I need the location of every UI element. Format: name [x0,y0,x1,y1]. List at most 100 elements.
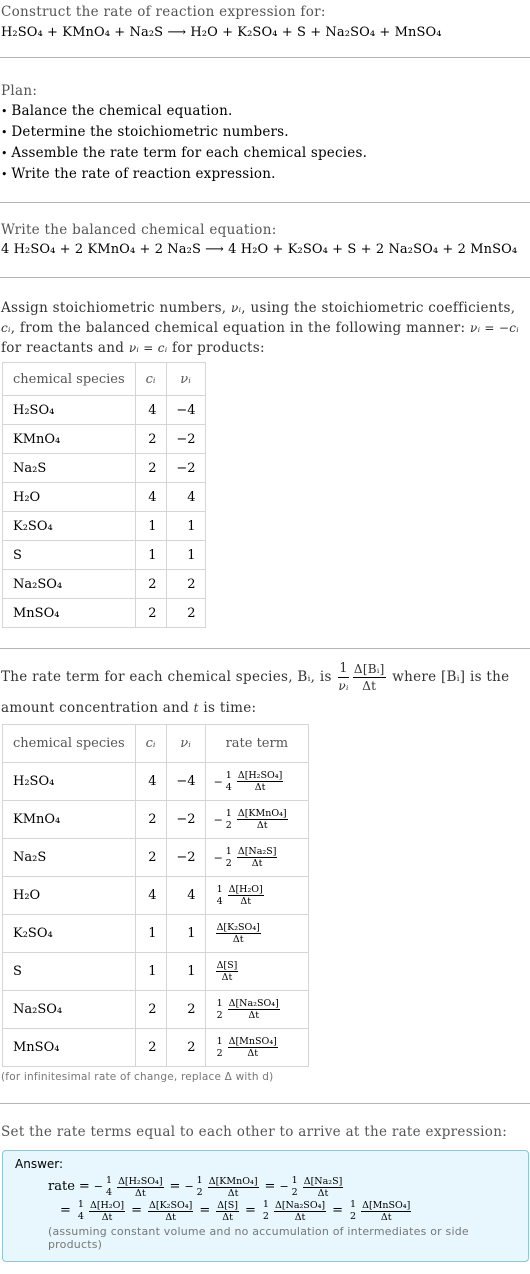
table-row: S 1 1 Δ[S] Δt [2,952,310,991]
plan-item: Balance the chemical equation. [1,101,530,122]
rate-term-section: The rate term for each chemical species,… [0,649,530,1083]
nu-cell: −4 [165,762,206,801]
rate-term-table: chemical species cᵢ νᵢ rate term H₂SO₄ 4−… [2,724,310,1067]
rate-sign: − [93,1180,104,1193]
delta-fraction: Δ[K₂SO₄] Δt [215,922,261,945]
rate-sign: − [279,1180,289,1193]
table-row: KMnO₄ 2 −2 [2,424,206,454]
coef-den: 2 [216,1047,223,1059]
math-c: cᵢ [1,321,11,335]
header-nu: νᵢ [165,362,206,396]
delta-fraction: Δ[S] Δt [216,1200,239,1223]
coef-num: 1 [262,1199,269,1210]
delta-numerator: Δ[KMnO₄] [207,1175,259,1188]
coef-num: 1 [225,845,232,857]
species-cell: MnSO₄ [2,598,136,628]
c-cell: 1 [134,511,167,541]
nu-cell: 4 [165,482,206,512]
plan-item: Write the rate of reaction expression. [1,164,530,185]
coefficient-fraction: 12 [263,1199,269,1223]
coef-den: 2 [291,1187,298,1198]
nu-cell: 1 [165,952,206,991]
delta-fraction: Δ[KMnO₄] Δt [207,1175,259,1199]
math-rule-reactants: νᵢ = −cᵢ [469,321,519,335]
nu-cell: −4 [165,395,206,425]
table-row: Na₂SO₄ 2 2 [2,569,206,599]
c-cell: 2 [134,990,167,1029]
delta-numerator: Δ[K₂SO₄] [148,1199,194,1212]
coef-den: 2 [350,1211,357,1222]
fraction-delta-b: Δ[Bᵢ] Δt [352,661,386,694]
species-cell: MnSO₄ [2,1028,136,1067]
rate-term-cell: 1 4 Δ[H₂O] Δt [204,876,310,915]
coefficient-fraction: 14 [106,1175,112,1199]
assign-text: Assign stoichiometric numbers, νᵢ, using… [1,298,530,358]
table-row: K₂SO₄ 1 1 [2,511,206,541]
rate-expression-line: = 1 4 Δ[H₂O] Δt = Δ[K₂SO₄] Δt = Δ[S] Δt = 1 2 Δ[Na₂SO₄… [56,1199,516,1223]
assumption-note: (assuming constant volume and no accumul… [48,1225,469,1251]
coef-den: 4 [106,1187,113,1198]
c-cell: 2 [134,569,167,599]
c-cell: 2 [134,800,167,839]
delta-numerator: Δ[S] [215,960,239,972]
final-prompt: Set the rate terms equal to each other t… [1,1124,508,1140]
coef-num: 1 [225,807,232,819]
rate-term-cell: −1 4 Δ[H₂SO₄] Δt [204,762,310,801]
delta-fraction: Δ[Na₂S] Δt [236,846,278,869]
rate-sign: − [213,813,223,826]
rate-label: rate [48,1179,75,1194]
rate-term-cell: 1 2 Δ[Na₂SO₄] Δt [204,990,310,1029]
frac-den: Δt [362,679,377,693]
frac-den: νᵢ [338,677,349,693]
plan-item: Assemble the rate term for each chemical… [1,143,530,164]
delta-numerator: Δ[Na₂S] [236,846,278,858]
rate-term-cell: Δ[K₂SO₄] Δt [204,914,310,953]
equals-sign: = [245,1203,256,1218]
stoichiometry-table: chemical species cᵢ νᵢ H₂SO₄ 4 −4 KMnO₄ 2 −2 N… [2,362,206,628]
delta-fraction: Δ[Na₂SO₄] Δt [273,1200,327,1223]
rate-term-cell: −1 2 Δ[KMnO₄] Δt [204,800,310,839]
infinitesimal-note: (for infinitesimal rate of change, repla… [1,1071,274,1083]
species-cell: H₂O [2,482,136,512]
answer-box: Answer: rate = −1 4 Δ[H₂SO₄] Δt = −1 2 Δ[KMnO₄] Δt… [2,1150,529,1262]
coef-num: 1 [350,1199,357,1210]
rate-sign: − [184,1180,194,1193]
reaction-equation: H₂SO₄ + KMnO₄ + Na₂S ⟶ H₂O + K₂SO₄ + S +… [1,25,442,40]
plan-title: Plan: [1,83,38,99]
rate-term-cell: 1 2 Δ[MnSO₄] Δt [204,1028,310,1067]
species-cell: H₂SO₄ [2,762,136,801]
table-row: H₂SO₄ 4 −4 [2,395,206,425]
table-row: H₂SO₄ 4 −4−1 4 Δ[H₂SO₄] Δt [2,762,310,801]
delta-denominator: Δt [248,1010,260,1021]
equals-sign: = [60,1203,71,1218]
coef-num: 1 [225,769,232,781]
table-row: Na₂S 2 −2−1 2 Δ[Na₂S] Δt [2,838,310,877]
table-row: Na₂S 2 −2 [2,453,206,483]
intro-prompt: Construct the rate of reaction expressio… [1,4,326,20]
delta-denominator: Δt [294,1211,306,1223]
delta-fraction: Δ[H₂SO₄] Δt [236,770,284,793]
header-c: cᵢ [134,724,167,763]
delta-fraction: Δ[KMnO₄] Δt [236,808,288,831]
delta-denominator: Δt [256,820,268,831]
delta-fraction: Δ[S] Δt [215,960,239,983]
plan-section: Plan: Balance the chemical equation. Det… [0,58,530,185]
coef-num: 1 [291,1175,298,1186]
c-cell: 2 [134,453,167,483]
delta-denominator: Δt [232,934,244,945]
coef-den: 2 [216,1009,223,1021]
answer-label: Answer: [15,1157,64,1171]
c-cell: 2 [134,1028,167,1067]
delta-denominator: Δt [222,1211,233,1223]
coefficient-fraction: 12 [217,1036,223,1060]
delta-numerator: Δ[Na₂S] [302,1175,344,1188]
rate-expression: rate = −1 4 Δ[H₂SO₄] Δt = −1 2 Δ[KMnO₄] Δt = −1 2 Δ[Na… [48,1175,516,1223]
delta-fraction: Δ[MnSO₄] Δt [227,1036,278,1059]
coefficient-fraction: 12 [226,808,232,832]
equals-sign: = [199,1203,211,1218]
nu-cell: −2 [165,453,206,483]
rate-intro-text: The rate term for each chemical species,… [1,661,530,722]
species-cell: H₂O [2,876,136,915]
coef-num: 1 [196,1175,203,1186]
coefficient-fraction: 14 [226,770,232,794]
